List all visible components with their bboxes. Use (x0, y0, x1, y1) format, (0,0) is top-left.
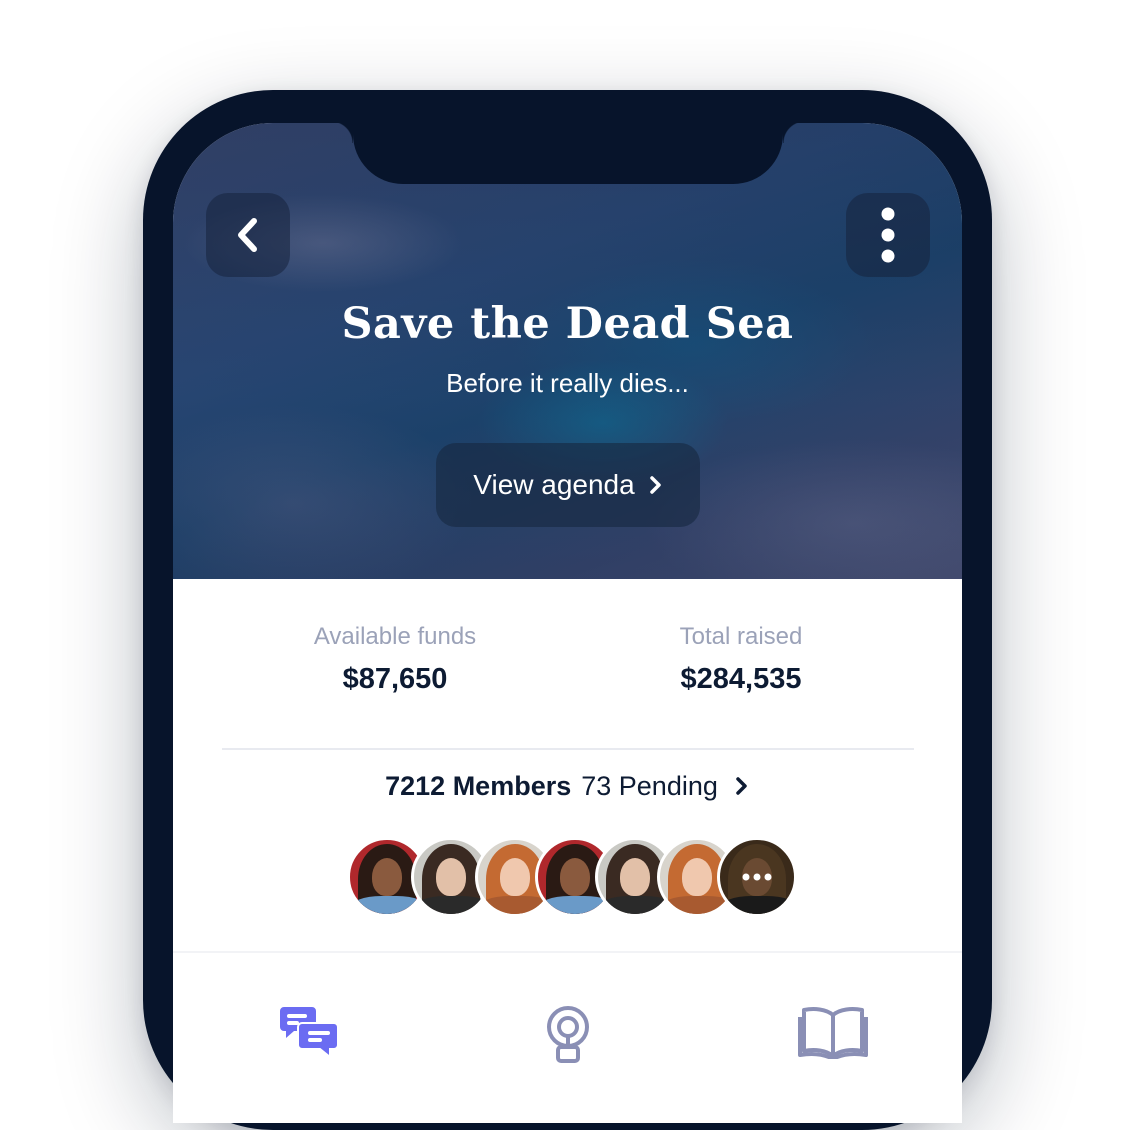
back-button[interactable] (206, 193, 290, 277)
more-members-avatar[interactable] (717, 837, 797, 917)
available-funds-value: $87,650 (342, 663, 448, 695)
chevron-right-icon (736, 777, 747, 795)
book-icon (798, 1007, 868, 1059)
more-options-button[interactable] (846, 193, 930, 277)
chevron-left-icon (238, 218, 257, 252)
chat-icon (280, 1007, 339, 1059)
available-funds-label: Available funds (313, 623, 477, 650)
available-funds-stat: Available funds $87,650 (245, 623, 545, 696)
members-pending: 73 Pending (581, 770, 718, 801)
tab-bar-separator (173, 951, 962, 953)
total-raised-stat: Total raised $284,535 (591, 623, 891, 696)
page-subtitle: Before it really dies... (446, 368, 689, 398)
more-horizontal-icon (742, 873, 772, 881)
more-vertical-icon (881, 207, 895, 263)
total-raised-label: Total raised (679, 623, 803, 650)
members-count: 7212 Members (385, 770, 572, 801)
phone-frame: Save the Dead Sea Before it really dies.… (143, 90, 992, 1130)
chevron-right-icon (649, 476, 661, 494)
app-screen: Save the Dead Sea Before it really dies.… (173, 123, 962, 1123)
members-link[interactable]: 7212 Members 73 Pending (173, 766, 962, 806)
total-raised-value: $284,535 (680, 663, 802, 695)
lightbulb-icon (547, 1006, 589, 1063)
page-title: Save the Dead Sea (341, 299, 794, 349)
divider (222, 748, 914, 750)
device-notch (331, 123, 805, 184)
view-agenda-button[interactable]: View agenda (436, 443, 700, 527)
view-agenda-label: View agenda (473, 469, 635, 500)
